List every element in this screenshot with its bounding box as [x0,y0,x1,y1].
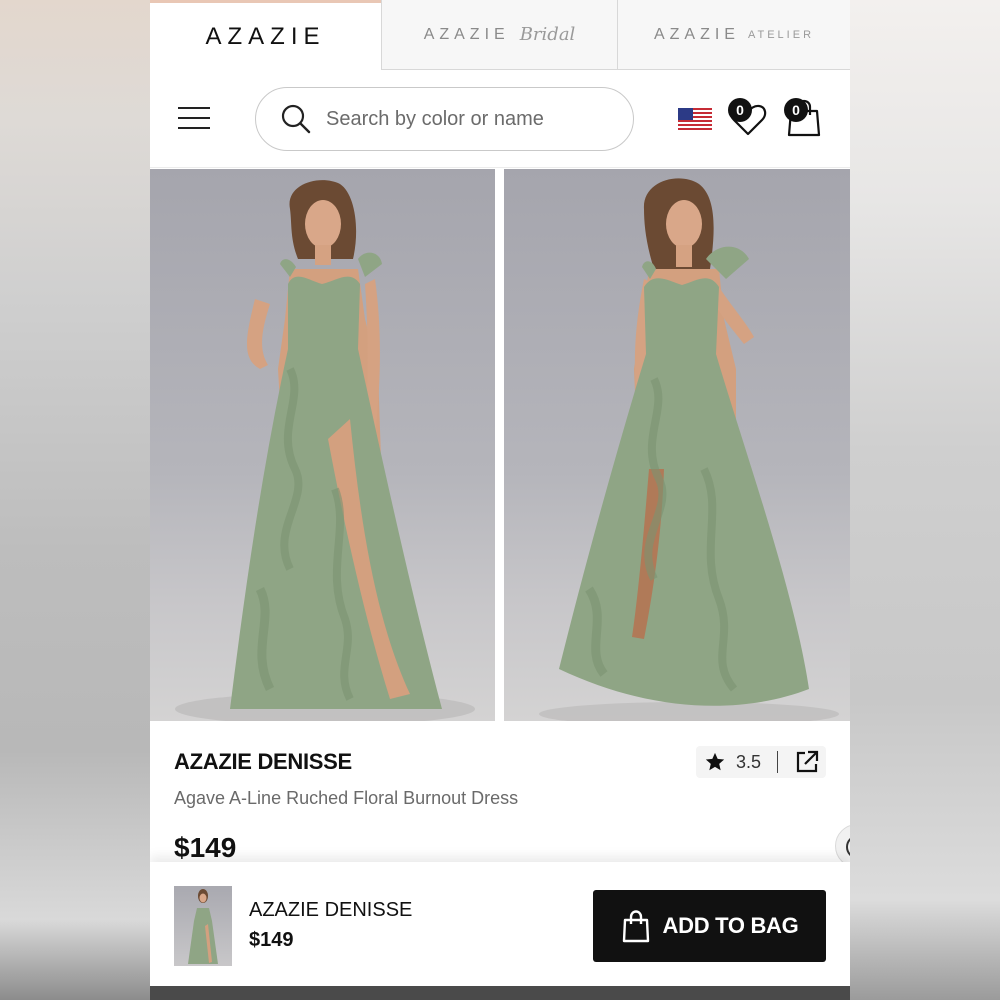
us-flag-icon[interactable] [678,108,712,130]
background-right [850,0,1000,1000]
product-photo-1[interactable] [150,169,495,721]
add-to-bag-button[interactable]: ADD TO BAG [593,890,826,962]
brand-tab-label: AZAZIE [205,22,326,50]
brand-tab-bridal[interactable]: AZAZIE Bridal [381,0,617,70]
product-photo-2[interactable] [504,169,850,721]
header: 0 0 [150,70,850,168]
brand-tab-azazie[interactable]: AZAZIE [150,0,381,70]
search-bar[interactable] [255,87,634,151]
share-icon[interactable] [794,749,820,775]
shopping-bag-icon [622,910,649,943]
add-to-bag-label: ADD TO BAG [662,913,799,938]
sticky-add-to-bag-bar: AZAZIE DENISSE $149 ADD TO BAG [150,862,850,986]
wishlist-button[interactable]: 0 [726,96,770,140]
search-input[interactable] [326,107,606,131]
brand-tab-atelier[interactable]: AZAZIE ATELIER [617,0,850,70]
rating-value: 3.5 [736,751,762,772]
wishlist-count-badge: 0 [728,98,752,122]
product-name: Agave A-Line Ruched Floral Burnout Dress [174,788,519,808]
background-left [0,0,150,1000]
product-brand: AZAZIE DENISSE [174,749,352,774]
sticky-product-price: $149 [249,929,294,951]
product-price: $149 [174,832,237,863]
rating-divider [777,751,779,773]
brand-tabs: AZAZIE AZAZIE Bridal AZAZIE ATELIER [150,0,850,70]
sticky-product-brand: AZAZIE DENISSE [249,899,413,921]
bottom-strip [150,986,850,1000]
brand-tab-label: AZAZIE [653,25,740,43]
brand-tab-script: Bridal [519,24,576,45]
shopping-bag-button[interactable]: 0 [782,96,826,140]
hamburger-menu-icon[interactable] [178,107,210,133]
brand-tab-suffix: ATELIER [747,28,815,41]
bag-count-badge: 0 [784,98,808,122]
product-thumbnail[interactable] [174,886,232,966]
rating-box[interactable]: 3.5 [696,746,826,778]
search-icon [281,104,311,134]
product-info: AZAZIE DENISSE Agave A-Line Ruched Flora… [150,722,850,863]
mobile-screen: AZAZIE AZAZIE Bridal AZAZIE ATELIER Sear… [150,0,850,1000]
star-icon [705,752,725,771]
brand-tab-label: AZAZIE [423,25,510,43]
product-gallery [150,169,850,721]
